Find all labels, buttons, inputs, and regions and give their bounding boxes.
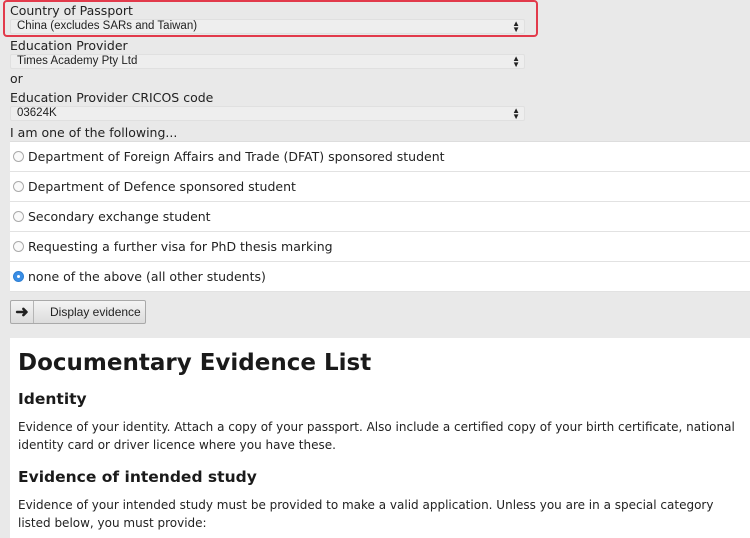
radio-option-label: Secondary exchange student [28, 209, 211, 224]
display-evidence-button[interactable]: ➜ Display evidence [10, 300, 146, 324]
evidence-title: Documentary Evidence List [18, 350, 372, 376]
radio-option-defence[interactable]: Department of Defence sponsored student [10, 172, 750, 202]
radio-option-label: none of the above (all other students) [28, 269, 266, 284]
or-text: or [10, 71, 23, 86]
cricos-select[interactable]: 03624K ▲ ▼ [10, 106, 525, 121]
radio-button[interactable] [13, 211, 24, 222]
select-arrows-icon: ▲ ▼ [512, 105, 520, 121]
display-evidence-label: Display evidence [50, 305, 141, 319]
provider-select[interactable]: Times Academy Pty Ltd ▲ ▼ [10, 54, 525, 69]
radio-option-label: Department of Foreign Affairs and Trade … [28, 149, 445, 164]
study-text: Evidence of your intended study must be … [18, 498, 714, 530]
select-arrows-icon: ▲ ▼ [512, 53, 520, 69]
identity-heading: Identity [18, 390, 87, 408]
cricos-label: Education Provider CRICOS code [10, 90, 214, 105]
radio-option-dfat[interactable]: Department of Foreign Affairs and Trade … [10, 142, 750, 172]
radio-option-secondary-exchange[interactable]: Secondary exchange student [10, 202, 750, 232]
category-radio-list: Department of Foreign Affairs and Trade … [10, 141, 750, 292]
radio-option-label: Department of Defence sponsored student [28, 179, 296, 194]
radio-button[interactable] [13, 241, 24, 252]
radio-button-selected[interactable] [13, 271, 24, 282]
radio-option-none-of-above[interactable]: none of the above (all other students) [10, 262, 750, 292]
study-heading: Evidence of intended study [18, 468, 257, 486]
select-arrows-icon: ▲ ▼ [512, 18, 520, 34]
provider-label: Education Provider [10, 38, 128, 53]
provider-select-value: Times Academy Pty Ltd [17, 55, 138, 67]
category-prompt: I am one of the following... [10, 125, 178, 140]
radio-option-phd-marking[interactable]: Requesting a further visa for PhD thesis… [10, 232, 750, 262]
identity-text: Evidence of your identity. Attach a copy… [18, 420, 735, 452]
passport-label: Country of Passport [10, 3, 133, 18]
radio-button[interactable] [13, 181, 24, 192]
evidence-panel: Documentary Evidence List Identity Evide… [10, 338, 750, 538]
arrow-right-icon: ➜ [11, 301, 34, 323]
radio-option-label: Requesting a further visa for PhD thesis… [28, 239, 333, 254]
passport-select-value: China (excludes SARs and Taiwan) [17, 20, 198, 32]
passport-select[interactable]: China (excludes SARs and Taiwan) ▲ ▼ [10, 19, 525, 34]
radio-button[interactable] [13, 151, 24, 162]
cricos-select-value: 03624K [17, 107, 57, 119]
